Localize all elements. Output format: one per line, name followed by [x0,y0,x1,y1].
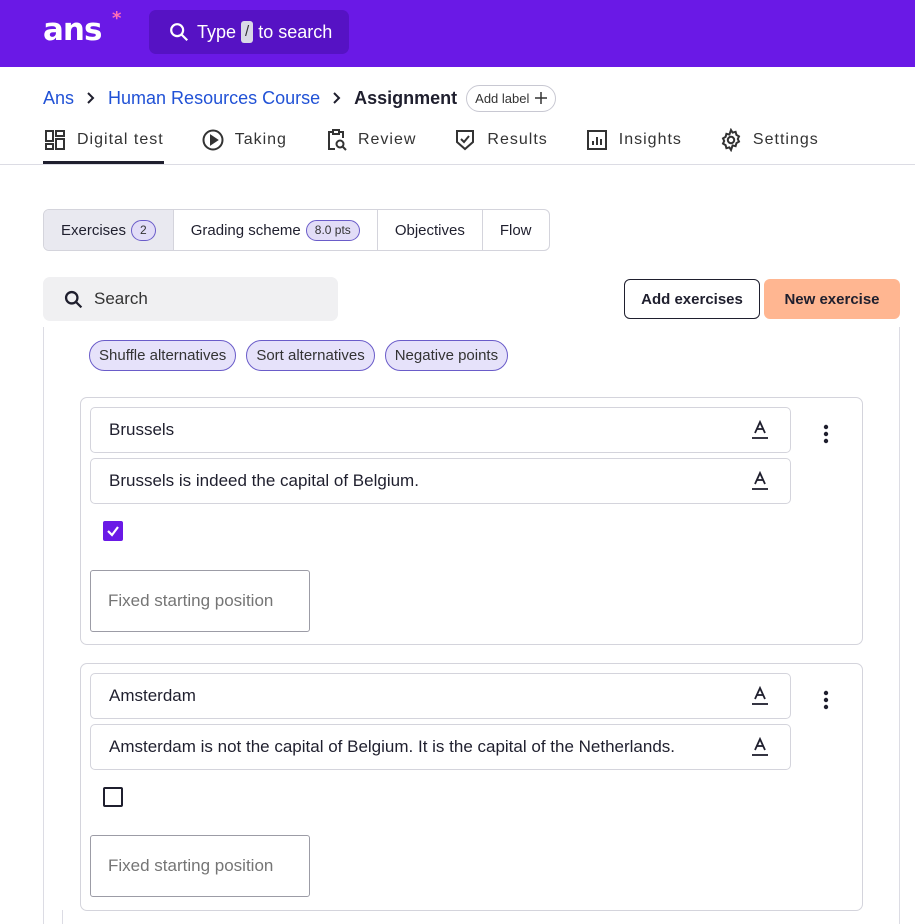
feedback-field[interactable]: Amsterdam is not the capital of Belgium.… [90,724,791,770]
breadcrumb-current: Assignment [354,87,458,108]
chevron-right-icon [87,92,95,104]
count-badge: 2 [131,219,156,241]
text-format-icon[interactable] [750,471,770,491]
correct-checkbox[interactable] [103,787,123,807]
subtab-grading-scheme[interactable]: Grading scheme 8.0 pts [174,210,378,250]
answer-field[interactable]: Brussels [90,407,791,453]
answer-text: Brussels [109,420,175,439]
subtab-label: Grading scheme [190,221,301,239]
points-badge: 8.0 pts [305,219,360,241]
bar-chart-icon [586,130,607,150]
add-label-text: Add label [475,90,530,106]
alternative-card: Brussels Brussels is indeed the capital … [80,397,863,645]
top-bar: ans * Type / to search [0,0,915,67]
subtab-label: Objectives [394,221,465,239]
tab-label: Settings [752,131,819,148]
fixed-starting-position-input[interactable] [90,570,310,632]
feedback-text: Amsterdam is not the capital of Belgium.… [109,737,676,756]
breadcrumb-course[interactable]: Human Resources Course [108,88,320,109]
feedback-field[interactable]: Brussels is indeed the capital of Belgiu… [90,458,791,504]
text-format-icon[interactable] [750,420,770,440]
header-divider [0,164,915,165]
exercise-search-input[interactable]: Search [43,277,338,321]
option-pills: Shuffle alternatives Sort alternatives N… [89,340,509,371]
shield-check-icon [456,130,475,151]
answer-field[interactable]: Amsterdam [90,673,791,719]
dashboard-icon [45,130,65,150]
logo-star: * [112,8,121,29]
more-options-icon[interactable] [823,690,829,710]
negative-points-pill[interactable]: Negative points [384,340,509,371]
search-icon [170,23,189,42]
check-icon [107,526,119,537]
logo-text: ans [43,12,102,48]
add-label-button[interactable]: Add label [466,84,557,112]
main-tabs: Digital test Taking Review Results Insig… [43,125,856,164]
search-placeholder: Search [94,289,148,308]
correct-checkbox[interactable] [103,521,123,541]
tab-label: Digital test [77,131,164,148]
global-search[interactable]: Type / to search [149,10,349,54]
search-shortcut-key: / [241,21,254,43]
tab-label: Insights [618,131,682,148]
chevron-right-icon [333,92,341,104]
tab-insights[interactable]: Insights [585,125,682,164]
more-options-icon[interactable] [823,424,829,444]
breadcrumb-ans[interactable]: Ans [43,88,74,109]
fixed-starting-position-input[interactable] [90,835,310,897]
tab-results[interactable]: Results [453,125,547,164]
tab-label: Results [487,131,548,148]
subtab-objectives[interactable]: Objectives [378,210,483,250]
tab-settings[interactable]: Settings [719,125,819,164]
subtab-label: Flow [499,221,532,239]
search-prefix: Type [197,21,237,42]
tab-digital-test[interactable]: Digital test [43,125,164,164]
gear-icon [721,128,741,152]
search-icon [64,290,83,308]
plus-icon [535,92,548,104]
sub-tabs: Exercises 2 Grading scheme 8.0 pts Objec… [43,209,550,251]
alternative-card: Amsterdam Amsterdam is not the capital o… [80,663,863,911]
panel-inner-border [62,910,63,924]
text-format-icon[interactable] [750,737,770,757]
sort-alternatives-pill[interactable]: Sort alternatives [246,340,375,371]
text-format-icon[interactable] [750,686,770,706]
tab-label: Taking [234,131,287,148]
shuffle-alternatives-pill[interactable]: Shuffle alternatives [89,340,237,371]
feedback-text: Brussels is indeed the capital of Belgiu… [109,471,419,490]
tab-label: Review [357,131,417,148]
subtab-label: Exercises [61,221,127,239]
play-icon [202,129,224,151]
search-suffix: to search [258,21,333,42]
subtab-flow[interactable]: Flow [483,210,549,250]
clipboard-search-icon [327,129,347,151]
subtab-exercises[interactable]: Exercises 2 [44,210,174,250]
tab-taking[interactable]: Taking [201,125,287,164]
new-exercise-button[interactable]: New exercise [764,279,900,319]
answer-text: Amsterdam [109,686,196,705]
add-exercises-button[interactable]: Add exercises [624,279,760,319]
tab-review[interactable]: Review [324,125,416,164]
breadcrumb: Ans Human Resources Course Assignment Ad… [43,84,557,112]
ans-logo[interactable]: ans * [43,8,121,48]
